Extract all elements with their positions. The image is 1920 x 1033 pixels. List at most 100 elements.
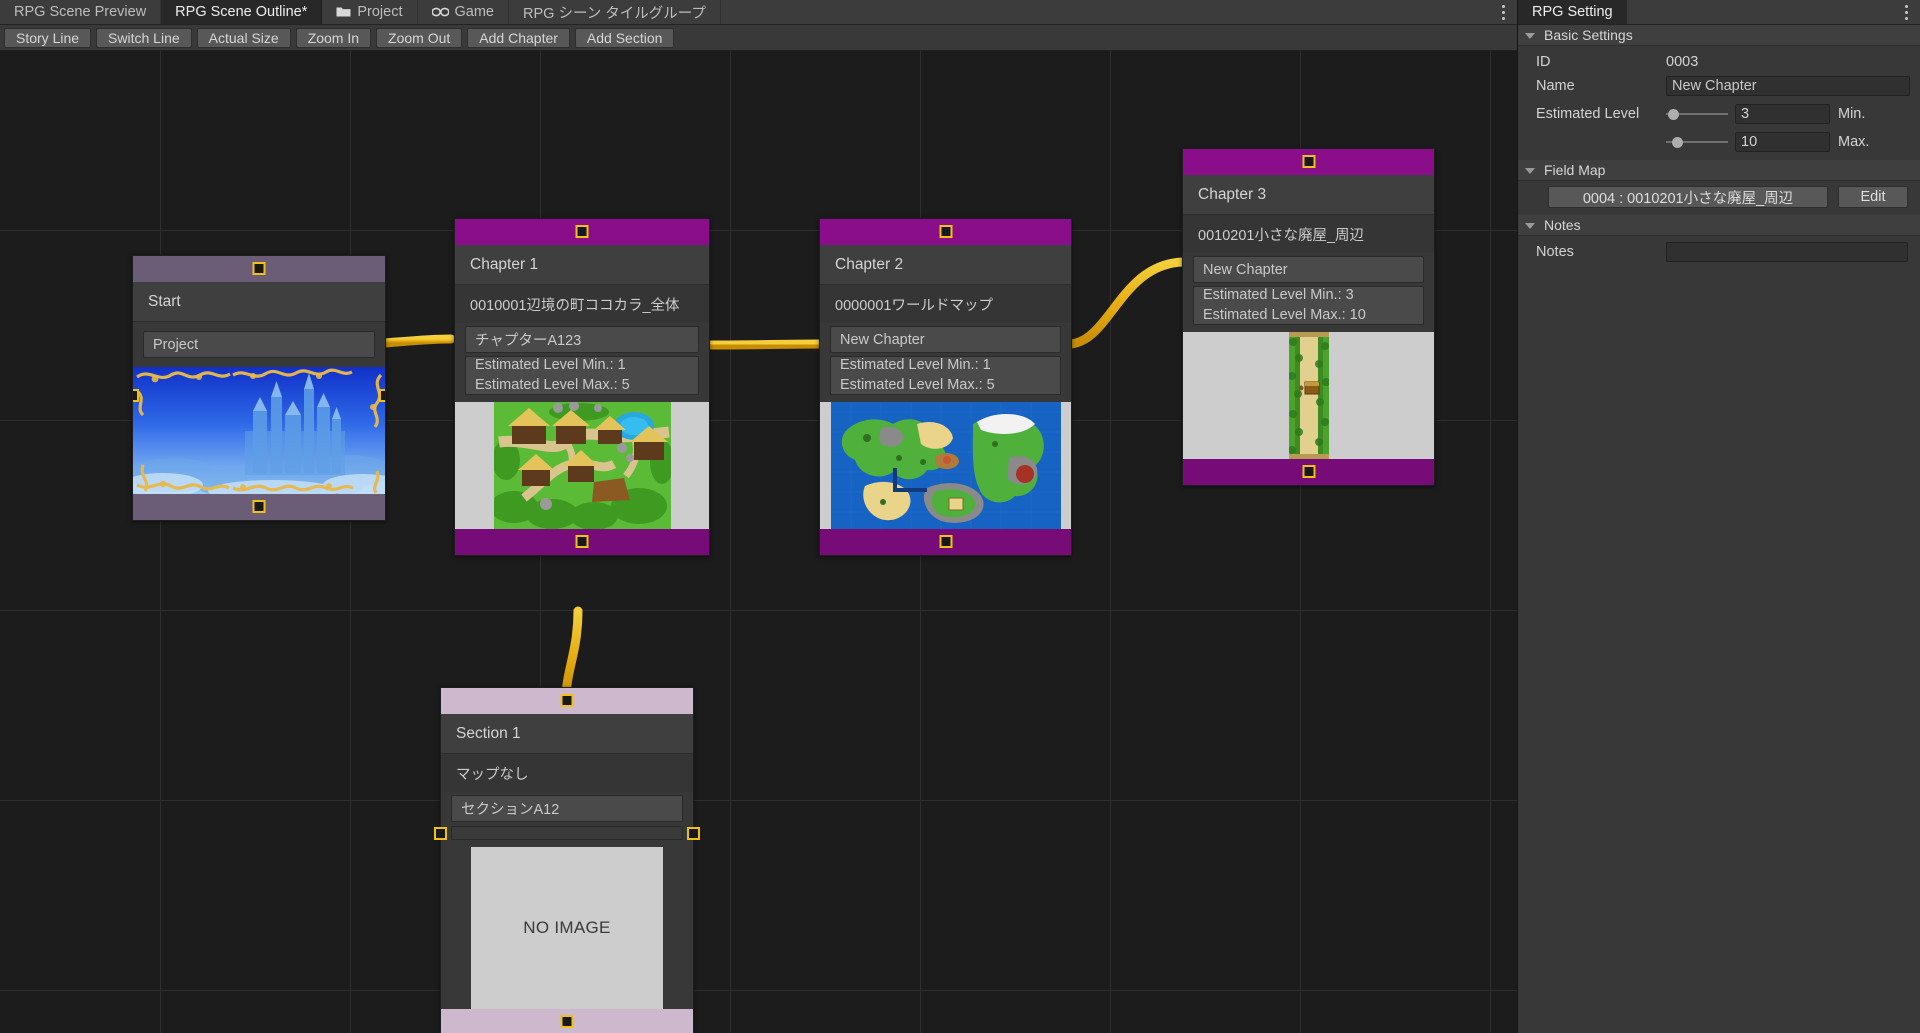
node-thumbnail[interactable]: [1183, 332, 1434, 459]
section-header-notes[interactable]: Notes: [1518, 215, 1920, 236]
rpg-setting-inspector: RPG Setting Basic Settings ID 0003 Name …: [1517, 0, 1920, 1033]
section-body-basic-settings: ID 0003 Name New Chapter Estimated Level…: [1518, 46, 1920, 160]
row-label: Notes: [1536, 244, 1666, 260]
chevron-down-icon[interactable]: [1525, 223, 1535, 229]
node-thumbnail[interactable]: [820, 402, 1071, 529]
editor-pane: RPG Scene Preview RPG Scene Outline* Pro…: [0, 0, 1517, 1033]
estimated-level-min-input[interactable]: 3: [1735, 104, 1830, 124]
node-name-field[interactable]: New Chapter: [830, 326, 1061, 353]
slider-knob[interactable]: [1672, 137, 1683, 148]
chevron-down-icon[interactable]: [1525, 33, 1535, 39]
node-top-bar: [441, 688, 693, 714]
port-left[interactable]: [434, 827, 447, 840]
port-top[interactable]: [253, 262, 266, 275]
estimated-level-max-input[interactable]: 10: [1735, 132, 1830, 152]
node-level-field[interactable]: Estimated Level Min.: 3 Estimated Level …: [1193, 286, 1424, 325]
add-chapter-button[interactable]: Add Chapter: [467, 28, 570, 48]
level-max-label: Estimated Level Max.: 5: [475, 376, 630, 395]
actual-size-button[interactable]: Actual Size: [197, 28, 291, 48]
level-max-label: Estimated Level Max.: 10: [1203, 306, 1366, 325]
estimated-level-min-slider[interactable]: [1666, 105, 1728, 123]
tab-label: Project: [357, 4, 402, 20]
node-chapter-3[interactable]: Chapter 3 0010201小さな廃屋_周辺 New Chapter Es…: [1182, 148, 1435, 486]
port-top[interactable]: [939, 225, 952, 238]
tab-rpg-tile-group[interactable]: RPG シーン タイルグループ: [509, 0, 721, 24]
port-bottom[interactable]: [576, 535, 589, 548]
world-map-image: [831, 402, 1061, 529]
node-top-bar: [455, 219, 709, 245]
graph-canvas[interactable]: Start Project: [0, 51, 1517, 1033]
node-chapter-1[interactable]: Chapter 1 0010001辺境の町ココカラ_全体 チャプターA123 E…: [454, 218, 710, 556]
switch-line-button[interactable]: Switch Line: [96, 28, 192, 48]
section-body-notes: Notes: [1518, 236, 1920, 270]
edit-button[interactable]: Edit: [1838, 186, 1908, 208]
row-notes: Notes: [1518, 240, 1920, 264]
port-right[interactable]: [687, 827, 700, 840]
node-blank-field-row: [451, 826, 683, 840]
tab-game[interactable]: Game: [418, 0, 510, 24]
node-blank-field[interactable]: [451, 826, 683, 840]
port-bottom[interactable]: [561, 1015, 574, 1028]
port-left[interactable]: [133, 389, 139, 402]
port-bottom[interactable]: [939, 535, 952, 548]
row-label: Estimated Level: [1536, 106, 1666, 122]
zoom-out-button[interactable]: Zoom Out: [376, 28, 462, 48]
node-map-name: 0000001ワールドマップ: [820, 285, 1071, 323]
node-section-1[interactable]: Section 1 マップなし セクションA12 NO IMAGE: [440, 687, 694, 1033]
node-name-field[interactable]: New Chapter: [1193, 256, 1424, 283]
node-name-field[interactable]: セクションA12: [451, 795, 683, 822]
name-input[interactable]: New Chapter: [1666, 76, 1910, 96]
slider-knob[interactable]: [1668, 109, 1679, 120]
port-bottom[interactable]: [253, 500, 266, 513]
no-image-label: NO IMAGE: [523, 918, 610, 938]
rpg-scene-outline-window: RPG Scene Preview RPG Scene Outline* Pro…: [0, 0, 1920, 1033]
node-thumbnail[interactable]: NO IMAGE: [471, 847, 663, 1009]
node-thumbnail[interactable]: [133, 367, 385, 494]
node-bottom-bar: [820, 529, 1071, 555]
section-header-field-map[interactable]: Field Map: [1518, 160, 1920, 181]
tab-rpg-scene-outline[interactable]: RPG Scene Outline*: [161, 0, 322, 24]
row-label: ID: [1536, 54, 1666, 70]
node-map-name: 0010001辺境の町ココカラ_全体: [455, 285, 709, 323]
node-title: Section 1: [441, 714, 693, 754]
tab-label: RPG Scene Outline*: [175, 4, 307, 20]
node-top-bar: [820, 219, 1071, 245]
node-bottom-bar: [1183, 459, 1434, 485]
inspector-body: Basic Settings ID 0003 Name New Chapter …: [1518, 25, 1920, 1033]
node-title: Start: [133, 282, 385, 322]
level-min-label: Estimated Level Min.: 1: [840, 356, 991, 375]
node-name-field[interactable]: チャプターA123: [465, 326, 699, 353]
level-max-label: Estimated Level Max.: 5: [840, 376, 995, 395]
section-title: Notes: [1544, 217, 1581, 233]
node-name-field[interactable]: Project: [143, 331, 375, 358]
port-top[interactable]: [1302, 155, 1315, 168]
tab-rpg-scene-preview[interactable]: RPG Scene Preview: [0, 0, 161, 24]
node-start[interactable]: Start Project: [132, 255, 386, 521]
row-label: Name: [1536, 78, 1666, 94]
notes-input[interactable]: [1666, 242, 1908, 262]
port-bottom[interactable]: [1302, 465, 1315, 478]
section-header-basic-settings[interactable]: Basic Settings: [1518, 25, 1920, 46]
node-level-field[interactable]: Estimated Level Min.: 1 Estimated Level …: [465, 356, 699, 395]
section-title: Basic Settings: [1544, 27, 1633, 43]
node-top-bar: [133, 256, 385, 282]
port-top[interactable]: [576, 225, 589, 238]
add-section-button[interactable]: Add Section: [575, 28, 675, 48]
node-chapter-2[interactable]: Chapter 2 0000001ワールドマップ New Chapter Est…: [819, 218, 1072, 556]
tab-project[interactable]: Project: [322, 0, 417, 24]
tab-rpg-setting[interactable]: RPG Setting: [1518, 0, 1627, 24]
node-bottom-bar: [441, 1009, 693, 1033]
zoom-in-button[interactable]: Zoom In: [296, 28, 371, 48]
chevron-down-icon[interactable]: [1525, 168, 1535, 174]
estimated-level-max-slider[interactable]: [1666, 133, 1728, 151]
kebab-menu-icon[interactable]: [1489, 0, 1517, 24]
port-right[interactable]: [379, 389, 385, 402]
field-map-button[interactable]: 0004 : 0010201小さな廃屋_周辺: [1548, 186, 1828, 208]
node-map-name: マップなし: [441, 754, 693, 792]
kebab-menu-icon[interactable]: [1892, 0, 1920, 24]
story-line-button[interactable]: Story Line: [4, 28, 91, 48]
node-thumbnail[interactable]: [455, 402, 709, 529]
node-level-field[interactable]: Estimated Level Min.: 1 Estimated Level …: [830, 356, 1061, 395]
port-top[interactable]: [561, 694, 574, 707]
window-tabbar: RPG Scene Preview RPG Scene Outline* Pro…: [0, 0, 1517, 25]
